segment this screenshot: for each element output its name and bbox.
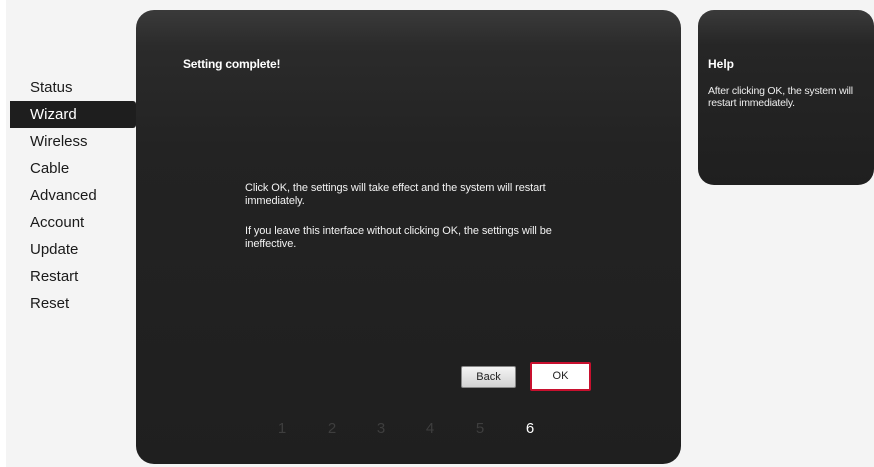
help-title: Help	[708, 57, 735, 71]
sidebar-item-restart[interactable]: Restart	[10, 263, 136, 290]
step-5: 5	[475, 420, 485, 437]
step-6-current: 6	[525, 420, 535, 437]
step-3: 3	[376, 420, 386, 437]
wizard-panel: Setting complete! Click OK, the settings…	[136, 10, 681, 464]
leave-warning-message: If you leave this interface without clic…	[245, 225, 552, 250]
sidebar-item-reset[interactable]: Reset	[10, 290, 136, 317]
ok-button[interactable]: OK	[530, 362, 591, 391]
help-panel: Help After clicking OK, the system will …	[698, 10, 874, 185]
sidebar-item-cable[interactable]: Cable	[10, 155, 136, 182]
sidebar-item-update[interactable]: Update	[10, 236, 136, 263]
sidebar-item-wizard[interactable]: Wizard	[10, 101, 136, 128]
step-4: 4	[425, 420, 435, 437]
sidebar-item-account[interactable]: Account	[10, 209, 136, 236]
restart-message: Click OK, the settings will take effect …	[245, 182, 546, 207]
back-button[interactable]: Back	[461, 366, 516, 388]
help-text: After clicking OK, the system will resta…	[708, 85, 853, 109]
sidebar-item-status[interactable]: Status	[10, 74, 136, 101]
page-title: Setting complete!	[183, 57, 281, 71]
step-1: 1	[277, 420, 287, 437]
sidebar-item-wireless[interactable]: Wireless	[10, 128, 136, 155]
sidebar-item-advanced[interactable]: Advanced	[10, 182, 136, 209]
step-2: 2	[327, 420, 337, 437]
sidebar-nav: Status Wizard Wireless Cable Advanced Ac…	[10, 74, 136, 317]
